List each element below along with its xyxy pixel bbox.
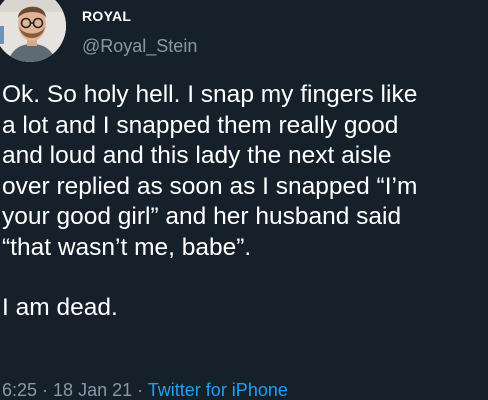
tweet-metadata: 6:25 · 18 Jan 21 · Twitter for iPhone (2, 380, 288, 400)
meta-separator: · (132, 380, 148, 400)
tweet-card: ROYAL @Royal_Stein Ok. So holy hell. I s… (0, 0, 488, 400)
tweet-time[interactable]: 6:25 (2, 380, 37, 400)
tweet-source-link[interactable]: Twitter for iPhone (148, 380, 288, 400)
tweet-text: Ok. So holy hell. I snap my fingers like… (2, 80, 488, 324)
avatar[interactable] (0, 0, 66, 62)
tweet-paragraph: Ok. So holy hell. I snap my fingers like… (2, 81, 418, 261)
user-handle[interactable]: @Royal_Stein (82, 36, 197, 57)
avatar-image (0, 0, 66, 62)
tweet-date[interactable]: 18 Jan 21 (53, 380, 132, 400)
meta-separator: · (37, 380, 54, 400)
tweet-paragraph: I am dead. (2, 294, 118, 321)
display-name[interactable]: ROYAL (82, 8, 131, 24)
